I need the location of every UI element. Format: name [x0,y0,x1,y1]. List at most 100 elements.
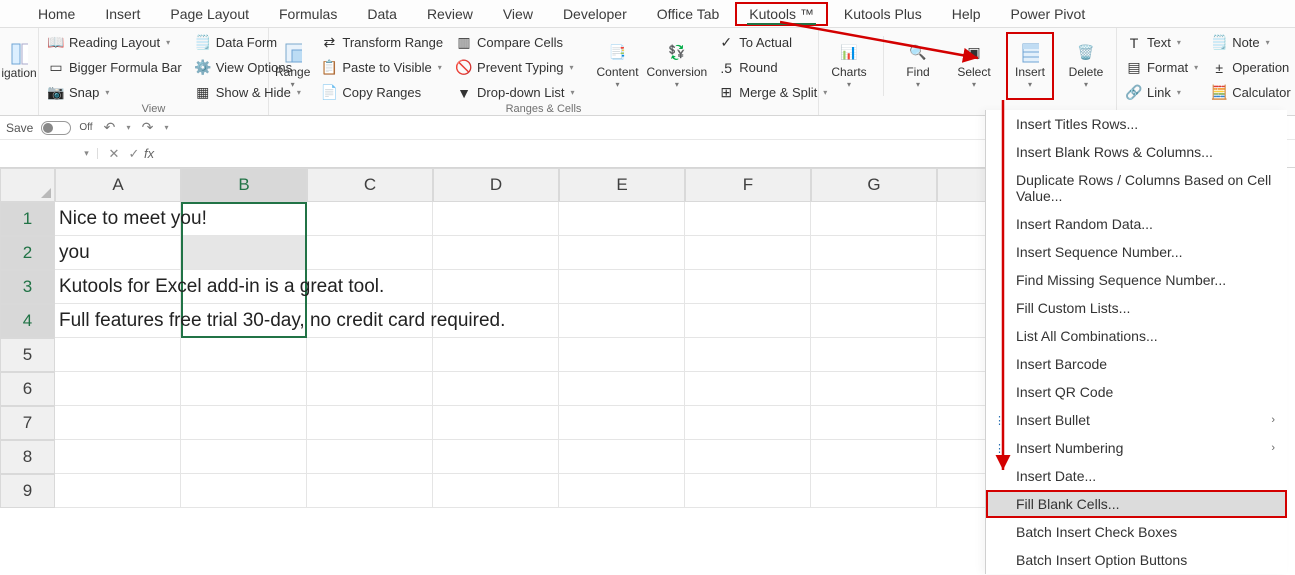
cell-F2[interactable] [685,236,811,270]
tab-data[interactable]: Data [353,2,411,26]
cell-A8[interactable] [55,440,181,474]
cell-E6[interactable] [559,372,685,406]
dd-find-missing-sequence[interactable]: Find Missing Sequence Number... [986,266,1287,294]
row-header-2[interactable]: 2 [0,236,55,270]
cell-E1[interactable] [559,202,685,236]
cancel-formula-button[interactable]: ✕ [104,146,124,162]
cell-D9[interactable] [433,474,559,508]
copy-ranges-button[interactable]: 📄Copy Ranges [318,82,445,103]
cell-A1[interactable]: Nice to meet you! [55,202,181,236]
cell-F3[interactable] [685,270,811,304]
cell-E7[interactable] [559,406,685,440]
dd-list-combinations[interactable]: List All Combinations... [986,322,1287,350]
col-header-G[interactable]: G [811,168,937,202]
cell-E8[interactable] [559,440,685,474]
row-header-9[interactable]: 9 [0,474,55,508]
col-header-C[interactable]: C [307,168,433,202]
cell-A5[interactable] [55,338,181,372]
merge-split-button[interactable]: ⊞Merge & Split▾ [715,82,829,103]
cell-B6[interactable] [181,372,307,406]
name-box-dropdown[interactable]: ▾ [80,148,98,159]
cell-G7[interactable] [811,406,937,440]
cell-C5[interactable] [307,338,433,372]
cell-D5[interactable] [433,338,559,372]
cell-C6[interactable] [307,372,433,406]
conversion-button[interactable]: 💱 Conversion ▾ [647,32,708,100]
cell-F6[interactable] [685,372,811,406]
round-button[interactable]: .5Round [715,57,829,78]
dd-insert-bullet[interactable]: ⋮Insert Bullet› [986,406,1287,434]
cell-A4[interactable]: Full features free trial 30-day, no cred… [55,304,181,338]
cell-A2[interactable]: you [55,236,181,270]
calculator-button[interactable]: 🧮Calculator [1208,82,1293,103]
cell-C9[interactable] [307,474,433,508]
link-button[interactable]: 🔗Link▾ [1123,82,1200,103]
tab-review[interactable]: Review [413,2,487,26]
cell-D8[interactable] [433,440,559,474]
format-button[interactable]: ▤Format▾ [1123,57,1200,78]
cell-B7[interactable] [181,406,307,440]
col-header-F[interactable]: F [685,168,811,202]
col-header-D[interactable]: D [433,168,559,202]
cell-G1[interactable] [811,202,937,236]
content-button[interactable]: 📑 Content ▾ [597,32,639,100]
tab-view[interactable]: View [489,2,547,26]
tab-help[interactable]: Help [938,2,995,26]
cell-F5[interactable] [685,338,811,372]
cell-C8[interactable] [307,440,433,474]
select-all-corner[interactable] [0,168,55,202]
cell-B5[interactable] [181,338,307,372]
cell-B2[interactable] [181,236,307,270]
find-button[interactable]: 🔍 Find ▾ [894,32,942,100]
dd-insert-barcode[interactable]: Insert Barcode [986,350,1287,378]
tab-power-pivot[interactable]: Power Pivot [997,2,1100,26]
redo-button[interactable]: ↷ [139,119,157,137]
cell-D7[interactable] [433,406,559,440]
cell-D3[interactable] [433,270,559,304]
dd-duplicate-rows-cols[interactable]: Duplicate Rows / Columns Based on Cell V… [986,166,1287,210]
dd-batch-option-buttons[interactable]: Batch Insert Option Buttons [986,546,1287,574]
dd-insert-sequence-number[interactable]: Insert Sequence Number... [986,238,1287,266]
cell-G6[interactable] [811,372,937,406]
cell-E9[interactable] [559,474,685,508]
note-button[interactable]: 🗒️Note▾ [1208,32,1293,53]
dd-insert-random-data[interactable]: Insert Random Data... [986,210,1287,238]
cell-C2[interactable] [307,236,433,270]
row-header-6[interactable]: 6 [0,372,55,406]
col-header-B[interactable]: B [181,168,307,202]
tab-home[interactable]: Home [24,2,89,26]
tab-developer[interactable]: Developer [549,2,641,26]
navigation-button[interactable]: igation [0,28,38,96]
dd-fill-custom-lists[interactable]: Fill Custom Lists... [986,294,1287,322]
cell-A9[interactable] [55,474,181,508]
dd-insert-blank-rows-cols[interactable]: Insert Blank Rows & Columns... [986,138,1287,166]
snap-button[interactable]: 📷 Snap ▾ [45,82,184,103]
cell-G9[interactable] [811,474,937,508]
tab-office-tab[interactable]: Office Tab [643,2,734,26]
to-actual-button[interactable]: ✓To Actual [715,32,829,53]
cell-B9[interactable] [181,474,307,508]
fx-label[interactable]: fx [144,146,154,161]
row-header-8[interactable]: 8 [0,440,55,474]
undo-dropdown[interactable]: ▾ [127,123,131,132]
select-button[interactable]: ▣ Select ▾ [950,32,998,100]
cell-A3[interactable]: Kutools for Excel add-in is a great tool… [55,270,181,304]
undo-button[interactable]: ↶ [101,119,119,137]
cell-A7[interactable] [55,406,181,440]
autosave-toggle[interactable] [41,121,71,135]
cell-F4[interactable] [685,304,811,338]
delete-button[interactable]: 🗑️ Delete ▾ [1062,32,1110,100]
dd-insert-qr[interactable]: Insert QR Code [986,378,1287,406]
cell-E3[interactable] [559,270,685,304]
tab-kutools[interactable]: Kutools ™ [735,2,828,26]
dd-batch-checkboxes[interactable]: Batch Insert Check Boxes [986,518,1287,546]
tab-formulas[interactable]: Formulas [265,2,351,26]
insert-button[interactable]: Insert ▾ [1006,32,1054,100]
cell-G2[interactable] [811,236,937,270]
confirm-formula-button[interactable]: ✓ [124,146,144,162]
cell-G4[interactable] [811,304,937,338]
cell-F1[interactable] [685,202,811,236]
cell-C1[interactable] [307,202,433,236]
dd-insert-numbering[interactable]: ⋮Insert Numbering› [986,434,1287,462]
cell-F7[interactable] [685,406,811,440]
